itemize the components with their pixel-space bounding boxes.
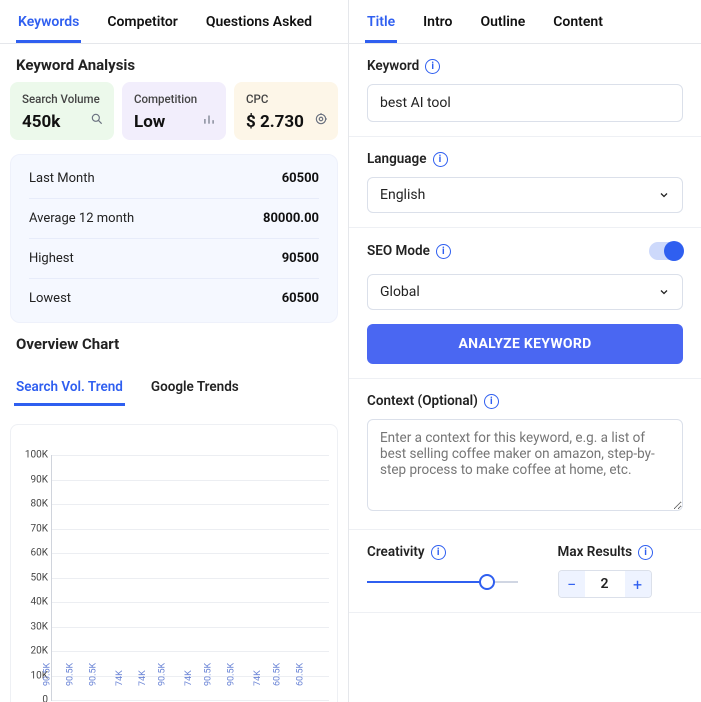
metric-value: 90500 xyxy=(282,251,319,266)
tab-content[interactable]: Content xyxy=(551,10,605,43)
chart-y-tick: 30K xyxy=(18,621,48,632)
language-value: English xyxy=(380,187,425,203)
left-tabs: Keywords Competitor Questions Asked xyxy=(0,0,348,44)
chart-y-tick: 0 xyxy=(18,695,48,702)
chart-y-tick: 80K xyxy=(18,499,48,510)
tab-intro[interactable]: Intro xyxy=(421,10,454,43)
context-label: Context (Optional) xyxy=(367,393,478,409)
tab-google-trends[interactable]: Google Trends xyxy=(149,375,241,406)
stat-cpc: CPC $ 2.730 xyxy=(234,82,338,140)
tab-search-vol-trend[interactable]: Search Vol. Trend xyxy=(14,375,125,406)
region-select[interactable]: Global xyxy=(367,274,683,310)
seo-mode-toggle[interactable] xyxy=(649,242,683,260)
chart-y-tick: 50K xyxy=(18,572,48,583)
chart-bar-label: 90.5K xyxy=(88,663,98,686)
info-icon[interactable]: i xyxy=(431,545,446,560)
slider-handle[interactable] xyxy=(479,574,495,590)
info-icon[interactable]: i xyxy=(436,244,451,259)
stat-label: Search Volume xyxy=(22,92,104,106)
chart-bar-label: 90.5K xyxy=(65,663,75,686)
bar-chart: 100K90K80K70K60K50K40K30K20K10K090.5K90.… xyxy=(51,455,329,701)
stat-cards: Search Volume 450k Competition Low CPC $… xyxy=(10,82,338,140)
metric-value: 80000.00 xyxy=(263,211,319,226)
stat-search-volume: Search Volume 450k xyxy=(10,82,114,140)
metric-label: Last Month xyxy=(29,171,95,186)
chart-y-tick: 60K xyxy=(18,548,48,559)
keyword-label: Keyword xyxy=(367,58,419,74)
magnify-icon xyxy=(90,111,104,130)
chart-bar-label: 74K xyxy=(138,670,148,686)
chevron-down-icon xyxy=(658,189,670,201)
stepper-value: 2 xyxy=(585,576,625,592)
target-icon xyxy=(314,111,328,130)
tab-keywords[interactable]: Keywords xyxy=(16,10,81,43)
chart-bar-label: 90.5K xyxy=(42,663,52,686)
region-value: Global xyxy=(380,284,420,300)
chevron-down-icon xyxy=(658,286,670,298)
chart-bar-label: 74K xyxy=(253,670,263,686)
chart-y-tick: 70K xyxy=(18,523,48,534)
info-icon[interactable]: i xyxy=(638,545,653,560)
metric-label: Lowest xyxy=(29,291,71,306)
metric-value: 60500 xyxy=(282,171,319,186)
tab-competitor[interactable]: Competitor xyxy=(105,10,179,43)
seo-mode-label: SEO Mode xyxy=(367,243,430,259)
stat-label: CPC xyxy=(246,92,328,106)
chart-y-tick: 100K xyxy=(18,450,48,461)
stat-label: Competition xyxy=(134,92,216,106)
chart-y-tick: 20K xyxy=(18,646,48,657)
metrics-box: Last Month 60500 Average 12 month 80000.00… xyxy=(10,154,338,323)
chart-bar-label: 90.5K xyxy=(227,663,237,686)
context-textarea[interactable] xyxy=(367,419,683,511)
stat-competition: Competition Low xyxy=(122,82,226,140)
left-pane: Keywords Competitor Questions Asked Keyw… xyxy=(0,0,349,702)
info-icon[interactable]: i xyxy=(484,394,499,409)
max-results-stepper: − 2 + xyxy=(558,570,652,598)
metric-label: Average 12 month xyxy=(29,211,134,226)
metric-value: 60500 xyxy=(282,291,319,306)
chart-bar-label: 74K xyxy=(184,670,194,686)
info-icon[interactable]: i xyxy=(433,152,448,167)
language-label: Language xyxy=(367,151,427,167)
bars-icon xyxy=(202,111,216,130)
chart-tabs: Search Vol. Trend Google Trends xyxy=(10,361,338,406)
left-body: Keyword Analysis Search Volume 450k Comp… xyxy=(0,44,348,702)
stepper-decrement[interactable]: − xyxy=(559,571,585,597)
stepper-increment[interactable]: + xyxy=(625,571,651,597)
tab-questions-asked[interactable]: Questions Asked xyxy=(204,10,314,43)
right-body[interactable]: Keyword i Language i English SEO Mode i Glo… xyxy=(349,44,701,702)
overview-chart-heading: Overview Chart xyxy=(10,323,338,361)
chart-bar-label: 90.5K xyxy=(157,663,167,686)
chart-bar-label: 60.5K xyxy=(296,663,306,686)
keyword-input[interactable] xyxy=(367,84,683,122)
chart-bar-label: 90.5K xyxy=(203,663,213,686)
metric-label: Highest xyxy=(29,251,74,266)
chart-y-tick: 40K xyxy=(18,597,48,608)
right-tabs: Title Intro Outline Content xyxy=(349,0,701,44)
analyze-keyword-button[interactable]: ANALYZE KEYWORD xyxy=(367,324,683,364)
max-results-label: Max Results xyxy=(558,544,633,560)
creativity-label: Creativity xyxy=(367,544,425,560)
info-icon[interactable]: i xyxy=(425,59,440,74)
chart-y-tick: 90K xyxy=(18,474,48,485)
chart-bar-label: 60.5K xyxy=(273,663,283,686)
tab-title[interactable]: Title xyxy=(365,10,397,43)
keyword-analysis-heading: Keyword Analysis xyxy=(10,44,338,82)
chart-box: 100K90K80K70K60K50K40K30K20K10K090.5K90.… xyxy=(10,424,338,702)
tab-outline[interactable]: Outline xyxy=(478,10,527,43)
creativity-slider[interactable] xyxy=(367,570,518,594)
chart-bar-label: 74K xyxy=(115,670,125,686)
right-pane: Title Intro Outline Content Keyword i Lan… xyxy=(349,0,701,702)
language-select[interactable]: English xyxy=(367,177,683,213)
